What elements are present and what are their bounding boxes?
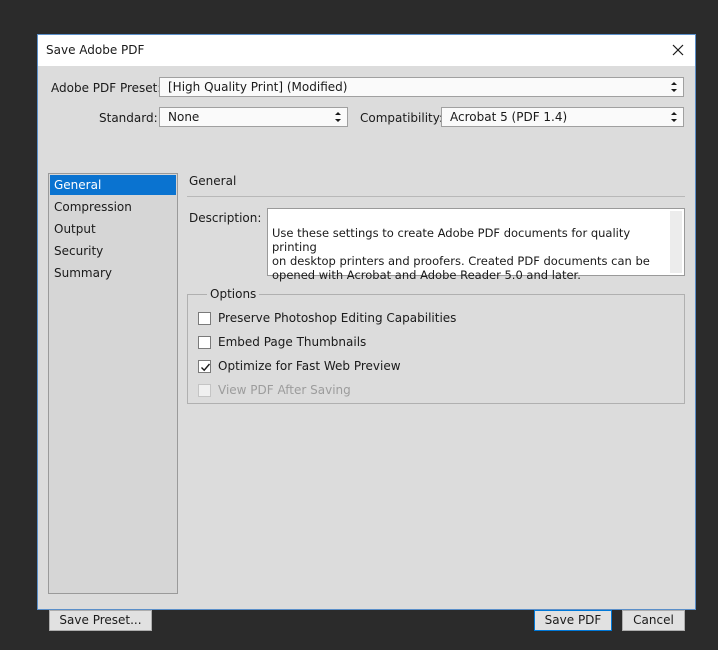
checkbox-box[interactable] — [198, 312, 211, 325]
sidebar-item-output[interactable]: Output — [50, 219, 176, 239]
description-text: Use these settings to create Adobe PDF d… — [272, 226, 650, 282]
checkbox-box[interactable] — [198, 336, 211, 349]
close-icon — [672, 44, 684, 56]
sidebar-item-label: Summary — [54, 266, 112, 280]
sidebar-item-label: Security — [54, 244, 104, 258]
description-label: Description: — [189, 211, 262, 225]
sidebar-item-label: General — [54, 178, 102, 192]
close-button[interactable] — [667, 39, 689, 61]
sidebar-item-label: Output — [54, 222, 96, 236]
checkbox-label: Optimize for Fast Web Preview — [218, 359, 401, 373]
save-pdf-dialog: Save Adobe PDF Adobe PDF Preset: [High Q… — [37, 34, 696, 631]
select-arrows-icon — [671, 112, 677, 122]
panel-title: General — [189, 174, 237, 188]
select-arrows-icon — [671, 82, 677, 92]
window-title: Save Adobe PDF — [46, 43, 145, 57]
preset-select[interactable]: [High Quality Print] (Modified) — [159, 77, 684, 97]
divider — [187, 196, 685, 197]
cancel-button[interactable]: Cancel — [622, 610, 685, 631]
checkbox-label: Preserve Photoshop Editing Capabilities — [218, 311, 457, 325]
dialog-body: Adobe PDF Preset: [High Quality Print] (… — [38, 66, 695, 631]
save-preset-button[interactable]: Save Preset... — [49, 610, 152, 631]
options-legend: Options — [207, 287, 260, 301]
description-box[interactable]: Use these settings to create Adobe PDF d… — [267, 208, 685, 282]
title-bar: Save Adobe PDF — [38, 35, 695, 66]
preset-label: Adobe PDF Preset: — [51, 81, 162, 95]
save-pdf-button[interactable]: Save PDF — [534, 610, 612, 631]
sidebar-item-label: Compression — [54, 200, 132, 214]
select-arrows-icon — [335, 112, 341, 122]
checkbox-label: Embed Page Thumbnails — [218, 335, 367, 349]
compatibility-select[interactable]: Acrobat 5 (PDF 1.4) — [441, 107, 684, 127]
standard-label: Standard: — [99, 111, 158, 125]
checkbox-box[interactable] — [198, 360, 211, 373]
compatibility-label: Compatibility: — [360, 111, 444, 125]
checkbox-box — [198, 384, 211, 397]
description-scrollbar[interactable] — [670, 211, 682, 273]
sidebar-item-summary[interactable]: Summary — [50, 263, 176, 283]
preset-value: [High Quality Print] (Modified) — [168, 80, 348, 94]
compatibility-value: Acrobat 5 (PDF 1.4) — [450, 110, 568, 124]
checkmark-icon — [201, 363, 211, 372]
sidebar: General Compression Output Security Summ… — [48, 173, 178, 594]
standard-select[interactable]: None — [159, 107, 348, 127]
sidebar-item-compression[interactable]: Compression — [50, 197, 176, 217]
sidebar-item-security[interactable]: Security — [50, 241, 176, 261]
standard-value: None — [168, 110, 200, 124]
sidebar-item-general[interactable]: General — [50, 175, 176, 195]
checkbox-label: View PDF After Saving — [218, 383, 351, 397]
